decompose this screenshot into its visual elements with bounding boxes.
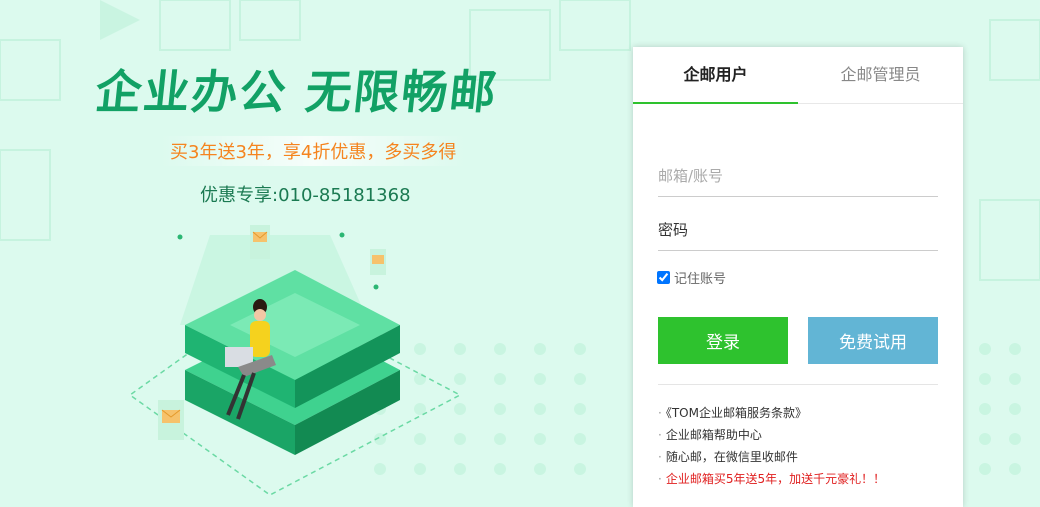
link-terms[interactable]: · 《TOM企业邮箱服务条款》: [658, 402, 885, 424]
remember-account[interactable]: 记住账号: [657, 268, 726, 287]
envelope-icon: [370, 249, 386, 275]
link-wechat-mail[interactable]: · 随心邮，在微信里收邮件: [658, 446, 885, 468]
hero-section: 企业办公 无限畅邮 买3年送3年，享4折优惠，多买多得 优惠专享:010-851…: [0, 0, 620, 496]
login-button[interactable]: 登录: [658, 317, 788, 364]
link-promo-offer[interactable]: · 企业邮箱买5年送5年，加送千元豪礼！！: [658, 468, 885, 490]
office-illustration: [128, 225, 462, 496]
free-trial-button[interactable]: 免费试用: [808, 317, 938, 364]
remember-label: 记住账号: [674, 272, 727, 287]
login-tabs: 企邮用户 企邮管理员: [633, 47, 963, 104]
hotline-text: 优惠专享:010-85181368: [200, 185, 411, 206]
tab-enterprise-user[interactable]: 企邮用户: [633, 47, 798, 104]
divider: [658, 384, 938, 385]
tab-enterprise-admin[interactable]: 企邮管理员: [798, 47, 963, 103]
login-panel: 企邮用户 企邮管理员 记住账号 登录 免费试用 ·《TOM企业邮箱服务条款》 ·…: [633, 47, 963, 507]
promo-text: 买3年送3年，享4折优惠，多买多得: [160, 136, 467, 166]
envelope-icon: [250, 225, 270, 259]
password-input[interactable]: [658, 210, 938, 251]
username-input[interactable]: [658, 156, 938, 197]
help-links: · 《TOM企业邮箱服务条款》 · 企业邮箱帮助中心 · 随心邮，在微信里收邮件 · 企…: [658, 402, 885, 490]
envelope-icon: [158, 400, 184, 440]
remember-checkbox[interactable]: [657, 271, 670, 284]
link-help-center[interactable]: · 企业邮箱帮助中心: [658, 424, 885, 446]
hero-headline: 企业办公 无限畅邮: [92, 65, 501, 119]
